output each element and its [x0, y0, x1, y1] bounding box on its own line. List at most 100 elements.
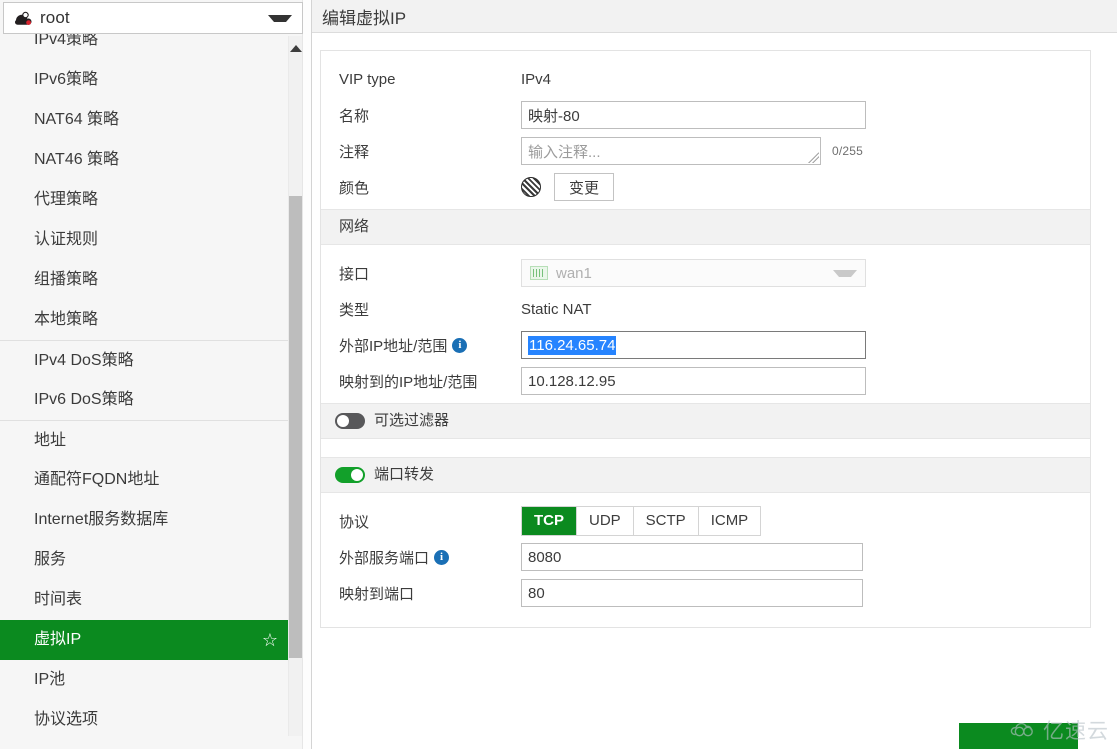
network-fields-group: 接口 wan1 类型 Static NAT 外部IP地址/范围 i 116.24…	[321, 245, 1090, 403]
interface-value: wan1	[556, 264, 592, 282]
sidebar-item-label: IP池	[34, 671, 66, 688]
interface-label: 接口	[339, 265, 370, 283]
sidebar-item-label: 组播策略	[34, 271, 99, 288]
sidebar-item-label: 协议选项	[34, 711, 99, 728]
sidebar-item-ip-pool[interactable]: IP池	[0, 660, 290, 700]
external-port-input[interactable]	[521, 543, 863, 571]
sidebar-item-protocol-options[interactable]: 协议选项	[0, 700, 290, 740]
sidebar-item-internet-service-db[interactable]: Internet服务数据库	[0, 500, 290, 540]
resize-grip-icon[interactable]	[807, 151, 819, 163]
network-section-title: 网络	[339, 218, 370, 235]
color-swatch-icon[interactable]	[521, 177, 541, 197]
sidebar-item-virtual-ip[interactable]: 虚拟IP ☆	[0, 620, 290, 660]
change-color-button[interactable]: 变更	[554, 173, 614, 201]
optional-filters-header[interactable]: 可选过滤器	[321, 403, 1090, 439]
port-forward-label: 端口转发	[374, 466, 435, 483]
toggle-off-icon[interactable]	[335, 413, 365, 429]
protocol-option-sctp[interactable]: SCTP	[633, 507, 699, 535]
vip-type-label: VIP type	[339, 70, 396, 88]
sidebar: root IPv4策略 IPv6策略 NAT64 策略 NAT46 策略 代理策略认证规…	[0, 0, 312, 749]
star-outline-icon[interactable]: ☆	[262, 620, 278, 660]
row-vip-type: VIP type IPv4	[321, 61, 1090, 97]
protocol-button-group: TCP UDP SCTP ICMP	[521, 506, 762, 536]
sidebar-item-label: 认证规则	[34, 231, 99, 248]
row-mapped-port: 映射到端口	[321, 575, 1090, 611]
comment-input[interactable]: 输入注释...	[521, 137, 821, 165]
mapped-port-label: 映射到端口	[339, 585, 415, 603]
sidebar-item-ipv6-dos-policy[interactable]: IPv6 DoS策略	[0, 380, 290, 420]
comment-counter: 0/255	[832, 144, 864, 158]
sidebar-item-ipv4-dos-policy[interactable]: IPv4 DoS策略	[0, 340, 290, 380]
optional-filters-label: 可选过滤器	[374, 412, 450, 429]
external-ip-label: 外部IP地址/范围 i	[339, 335, 521, 356]
sidebar-item-label: Internet服务数据库	[34, 511, 169, 528]
type-label: 类型	[339, 301, 370, 319]
comment-label: 注释	[339, 143, 370, 161]
vdom-selector[interactable]: root	[3, 2, 303, 34]
sidebar-item-wildcard-fqdn[interactable]: 通配符FQDN地址	[0, 460, 290, 500]
sidebar-item-label: IPv6策略	[34, 71, 99, 88]
mapped-port-input[interactable]	[521, 579, 863, 607]
sidebar-item-nat46-policy[interactable]: NAT46 策略	[0, 140, 290, 180]
sidebar-item-label: 虚拟IP	[34, 631, 82, 648]
sidebar-item-address[interactable]: 地址	[0, 420, 290, 460]
sidebar-item-ipv4-policy[interactable]: IPv4策略	[0, 34, 290, 60]
external-ip-input[interactable]: 116.24.65.74	[521, 331, 866, 359]
color-label: 颜色	[339, 179, 370, 197]
sidebar-item-label: 地址	[34, 432, 67, 449]
chevron-down-icon[interactable]	[833, 269, 857, 277]
sidebar-item-label: 时间表	[34, 591, 83, 608]
protocol-option-icmp[interactable]: ICMP	[698, 507, 761, 535]
scroll-up-arrow-icon[interactable]	[289, 40, 303, 56]
sidebar-item-nat64-policy[interactable]: NAT64 策略	[0, 100, 290, 140]
protocol-label: 协议	[339, 513, 370, 531]
row-protocol: 协议 TCP UDP SCTP ICMP	[321, 503, 1090, 539]
sidebar-item-label: NAT46 策略	[34, 151, 120, 168]
sidebar-item-service[interactable]: 服务	[0, 540, 290, 580]
type-value: Static NAT	[521, 300, 592, 318]
basic-fields-group: VIP type IPv4 名称 注释 输入注释...	[321, 51, 1090, 209]
row-mapped-ip: 映射到的IP地址/范围	[321, 363, 1090, 399]
toggle-on-icon[interactable]	[335, 467, 365, 483]
row-external-port: 外部服务端口 i	[321, 539, 1090, 575]
interface-select[interactable]: wan1	[521, 259, 866, 287]
sidebar-item-schedule[interactable]: 时间表	[0, 580, 290, 620]
port-forward-header[interactable]: 端口转发	[321, 457, 1090, 493]
sidebar-item-label: 代理策略	[34, 191, 99, 208]
sidebar-scrollbar-thumb[interactable]	[289, 196, 303, 658]
sidebar-item-label: IPv4策略	[34, 34, 99, 48]
sidebar-nav: IPv4策略 IPv6策略 NAT64 策略 NAT46 策略 代理策略认证规则组播策略…	[0, 34, 311, 749]
protocol-option-udp[interactable]: UDP	[577, 507, 634, 535]
fortinet-cloud-icon	[12, 8, 34, 28]
mapped-ip-label: 映射到的IP地址/范围	[339, 373, 478, 391]
sidebar-item-multicast-policy[interactable]: 组播策略	[0, 260, 290, 300]
sidebar-item-label: 通配符FQDN地址	[34, 471, 160, 488]
sidebar-outer-scroll-gutter[interactable]	[302, 0, 311, 749]
sidebar-item-proxy-policy[interactable]: 代理策略	[0, 180, 290, 220]
external-port-label: 外部服务端口 i	[339, 547, 521, 568]
content-panel: 编辑虚拟IP VIP type IPv4 名称 注释 输入注释...	[312, 0, 1117, 749]
external-ip-label-text: 外部IP地址/范围	[339, 337, 448, 355]
page-title: 编辑虚拟IP	[322, 8, 407, 28]
info-icon[interactable]: i	[434, 549, 450, 565]
comment-placeholder: 输入注释...	[528, 143, 601, 161]
row-external-ip: 外部IP地址/范围 i 116.24.65.74	[321, 327, 1090, 363]
info-icon[interactable]: i	[452, 337, 468, 353]
mapped-ip-input[interactable]	[521, 367, 866, 395]
ok-button[interactable]	[959, 723, 1078, 749]
row-interface: 接口 wan1	[321, 255, 1090, 291]
vip-type-value: IPv4	[521, 70, 552, 88]
sidebar-nav-list: IPv4策略 IPv6策略 NAT64 策略 NAT46 策略 代理策略认证规则组播策略…	[0, 34, 290, 740]
sidebar-item-local-policy[interactable]: 本地策略	[0, 300, 290, 340]
chevron-down-icon[interactable]	[268, 14, 292, 22]
protocol-option-tcp[interactable]: TCP	[522, 507, 577, 535]
external-port-label-text: 外部服务端口	[339, 549, 430, 567]
sidebar-item-auth-rule[interactable]: 认证规则	[0, 220, 290, 260]
edit-vip-form: VIP type IPv4 名称 注释 输入注释...	[320, 50, 1091, 628]
sidebar-item-ipv6-policy[interactable]: IPv6策略	[0, 60, 290, 100]
name-input[interactable]	[521, 101, 866, 129]
network-port-icon	[530, 266, 548, 280]
row-comment: 注释 输入注释... 0/255	[321, 133, 1090, 169]
sidebar-item-label: 服务	[34, 551, 67, 568]
